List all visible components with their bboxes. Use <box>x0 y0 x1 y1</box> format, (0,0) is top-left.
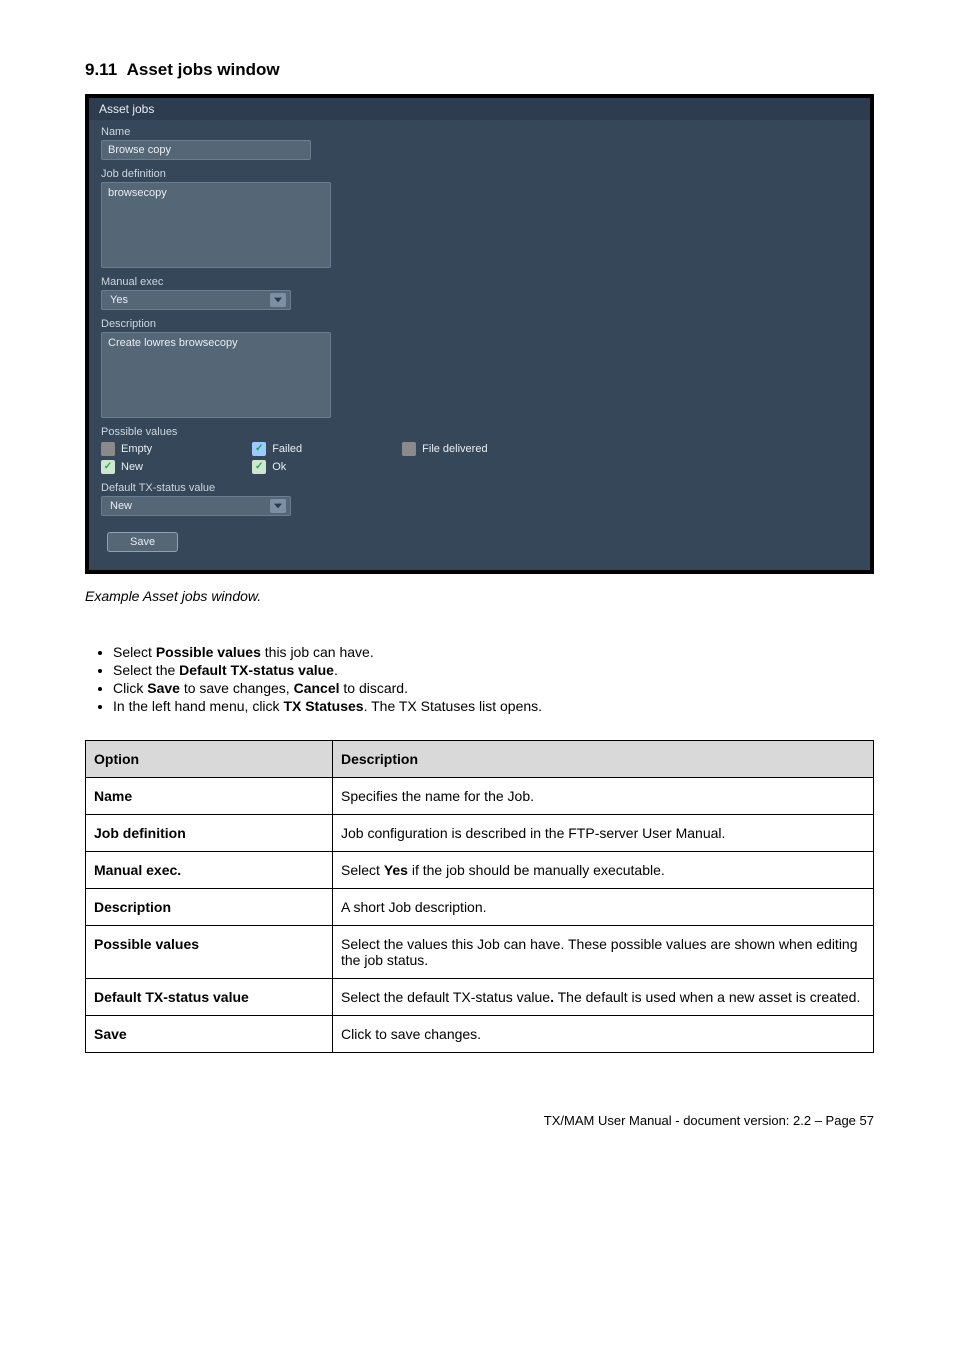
screenshot-frame: Asset jobs Name Browse copy Job definiti… <box>85 94 874 574</box>
default-tx-status-label: Default TX-status value <box>101 482 858 494</box>
instruction-list: Select Possible values this job can have… <box>85 644 874 714</box>
checkbox-checked-icon <box>101 460 115 474</box>
section-heading: 9.11 Asset jobs window <box>85 60 874 80</box>
table-header-row: Option Description <box>86 741 874 778</box>
options-table: Option Description Name Specifies the na… <box>85 740 874 1053</box>
opt-desc: Select the default TX-status value. The … <box>333 979 874 1016</box>
job-definition-input[interactable]: browsecopy <box>101 182 331 268</box>
instruction-item: Select the Default TX-status value. <box>113 662 874 678</box>
pv-empty-label: Empty <box>121 443 152 455</box>
checkbox-unchecked-icon <box>402 442 416 456</box>
pv-delivered-label: File delivered <box>422 443 487 455</box>
col-option: Option <box>86 741 333 778</box>
description-label: Description <box>101 318 858 330</box>
panel-title: Asset jobs <box>89 98 870 120</box>
pv-failed[interactable]: Failed <box>252 442 302 456</box>
pv-new-label: New <box>121 461 143 473</box>
opt-name: Description <box>86 889 333 926</box>
pv-ok[interactable]: Ok <box>252 460 302 474</box>
opt-name: Job definition <box>86 815 333 852</box>
possible-values-label: Possible values <box>101 426 858 438</box>
opt-desc: Select Yes if the job should be manually… <box>333 852 874 889</box>
instruction-item: In the left hand menu, click TX Statuses… <box>113 698 874 714</box>
pv-empty[interactable]: Empty <box>101 442 152 456</box>
opt-name: Default TX-status value <box>86 979 333 1016</box>
opt-desc: A short Job description. <box>333 889 874 926</box>
section-title-text: Asset jobs window <box>127 60 280 79</box>
table-row: Name Specifies the name for the Job. <box>86 778 874 815</box>
opt-desc: Click to save changes. <box>333 1016 874 1053</box>
instruction-item: Click Save to save changes, Cancel to di… <box>113 680 874 696</box>
description-input[interactable]: Create lowres browsecopy <box>101 332 331 418</box>
table-row: Job definition Job configuration is desc… <box>86 815 874 852</box>
default-tx-status-value: New <box>110 500 132 512</box>
table-row: Save Click to save changes. <box>86 1016 874 1053</box>
table-row: Default TX-status value Select the defau… <box>86 979 874 1016</box>
pv-failed-label: Failed <box>272 443 302 455</box>
opt-desc: Job configuration is described in the FT… <box>333 815 874 852</box>
opt-desc: Select the values this Job can have. The… <box>333 926 874 979</box>
job-definition-label: Job definition <box>101 168 858 180</box>
chevron-down-icon <box>270 293 286 307</box>
table-row: Manual exec. Select Yes if the job shoul… <box>86 852 874 889</box>
opt-name: Possible values <box>86 926 333 979</box>
checkbox-checked-icon <box>252 460 266 474</box>
name-input[interactable]: Browse copy <box>101 140 311 160</box>
pv-new[interactable]: New <box>101 460 152 474</box>
manual-exec-label: Manual exec <box>101 276 858 288</box>
page-footer: TX/MAM User Manual - document version: 2… <box>85 1113 874 1128</box>
section-number: 9.11 <box>85 60 117 79</box>
table-row: Possible values Select the values this J… <box>86 926 874 979</box>
manual-exec-select[interactable]: Yes <box>101 290 291 310</box>
opt-name: Manual exec. <box>86 852 333 889</box>
checkbox-unchecked-icon <box>101 442 115 456</box>
checkbox-checked-icon <box>252 442 266 456</box>
chevron-down-icon <box>270 499 286 513</box>
pv-file-delivered[interactable]: File delivered <box>402 442 487 456</box>
figure-caption: Example Asset jobs window. <box>85 588 874 604</box>
possible-values-group: Empty New Failed Ok <box>89 440 870 476</box>
default-tx-status-select[interactable]: New <box>101 496 291 516</box>
opt-name: Name <box>86 778 333 815</box>
table-row: Description A short Job description. <box>86 889 874 926</box>
opt-name: Save <box>86 1016 333 1053</box>
col-description: Description <box>333 741 874 778</box>
manual-exec-value: Yes <box>110 294 128 306</box>
pv-ok-label: Ok <box>272 461 286 473</box>
save-button[interactable]: Save <box>107 532 178 552</box>
instruction-item: Select Possible values this job can have… <box>113 644 874 660</box>
asset-jobs-panel: Asset jobs Name Browse copy Job definiti… <box>89 98 870 570</box>
name-label: Name <box>101 126 858 138</box>
opt-desc: Specifies the name for the Job. <box>333 778 874 815</box>
